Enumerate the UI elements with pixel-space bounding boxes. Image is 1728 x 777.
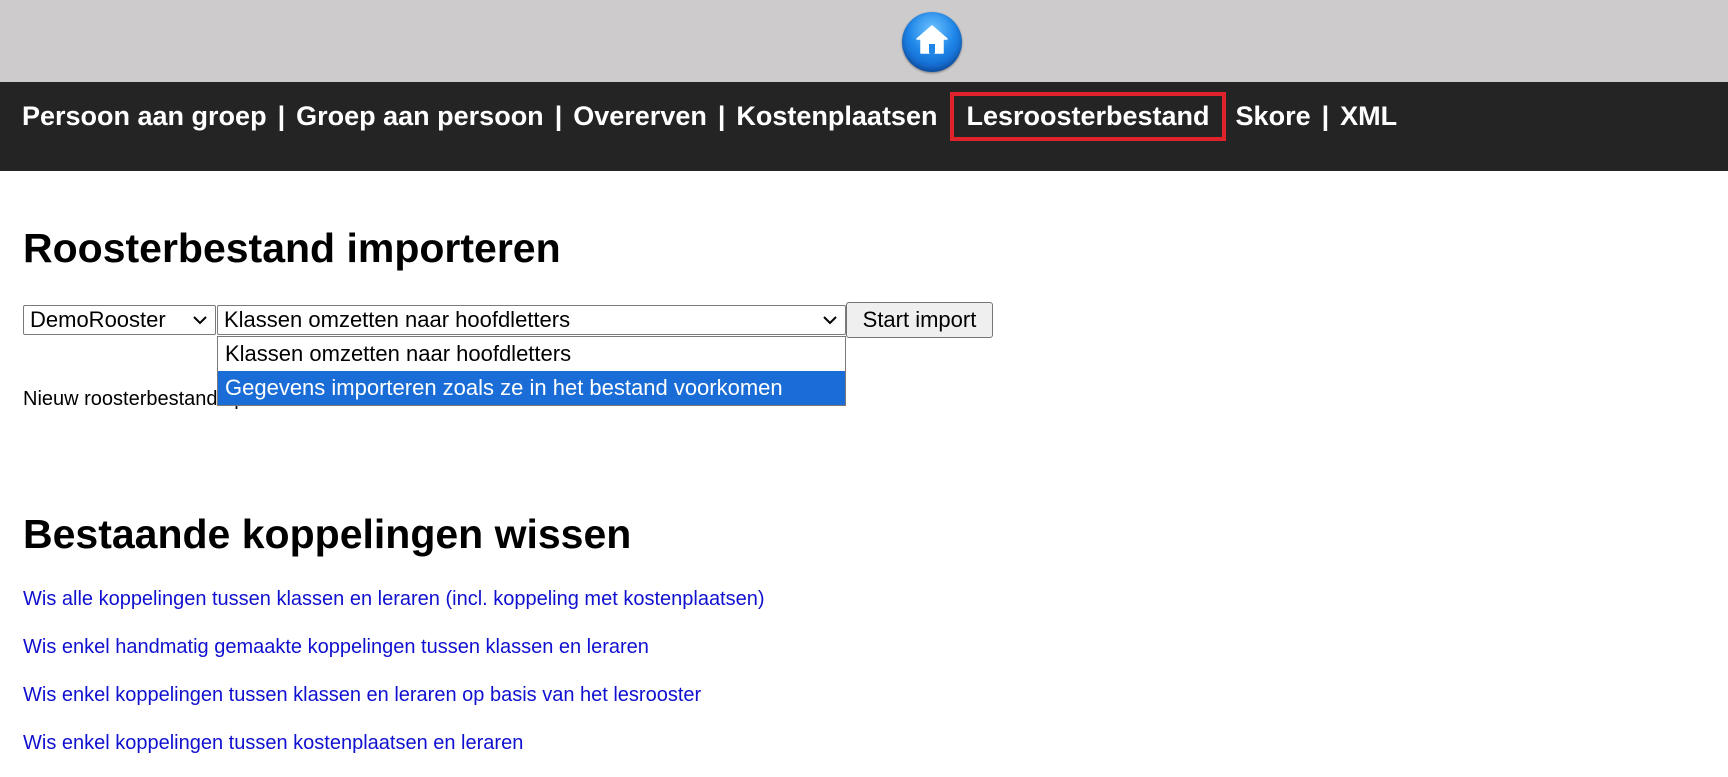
chevron-down-icon [823,316,837,325]
new-file-upload-text: Nieuw roosterbestand up [23,388,246,410]
nav-bar: Persoon aan groep | Groep aan persoon | … [0,82,1728,171]
dropdown-option-as-in-file[interactable]: Gegevens importeren zoals ze in het best… [218,371,845,405]
home-icon [916,25,948,54]
delete-all-links-link[interactable]: Wis alle koppelingen tussen klassen en l… [23,588,765,611]
nav-item-lesroosterbestand[interactable]: Lesroosterbestand [950,92,1226,141]
nav-item-xml[interactable]: XML [1340,101,1397,132]
start-import-button[interactable]: Start import [846,302,993,338]
nav-item-skore[interactable]: Skore [1236,101,1311,132]
nav-item-persoon-aan-groep[interactable]: Persoon aan groep [22,101,267,132]
nav-item-kostenplaatsen[interactable]: Kostenplaatsen [736,101,937,132]
delete-schedule-links-link[interactable]: Wis enkel koppelingen tussen klassen en … [23,684,701,707]
delete-costcenter-links-link[interactable]: Wis enkel koppelingen tussen kostenplaat… [23,732,523,755]
home-button[interactable] [902,12,962,72]
delete-section-title: Bestaande koppelingen wissen [23,511,632,557]
import-section-title: Roosterbestand importeren [23,225,561,271]
nav-separator: | [1321,101,1330,131]
import-mode-dropdown-list: Klassen omzetten naar hoofdletters Gegev… [217,336,846,406]
chevron-down-icon [193,316,207,325]
top-bar [0,0,1728,82]
import-mode-select[interactable]: Klassen omzetten naar hoofdletters [217,305,846,335]
delete-manual-links-link[interactable]: Wis enkel handmatig gemaakte koppelingen… [23,636,649,659]
import-mode-select-value: Klassen omzetten naar hoofdletters [224,307,571,332]
rooster-select-value: DemoRooster [30,307,166,332]
nav-separator: | [554,101,563,131]
dropdown-option-uppercase[interactable]: Klassen omzetten naar hoofdletters [218,337,845,371]
nav-separator: | [717,101,726,131]
rooster-select[interactable]: DemoRooster [23,305,216,335]
nav-links: Persoon aan groep | Groep aan persoon | … [22,92,1397,141]
nav-item-overerven[interactable]: Overerven [573,101,707,132]
nav-item-groep-aan-persoon[interactable]: Groep aan persoon [296,101,544,132]
nav-separator: | [277,101,286,131]
